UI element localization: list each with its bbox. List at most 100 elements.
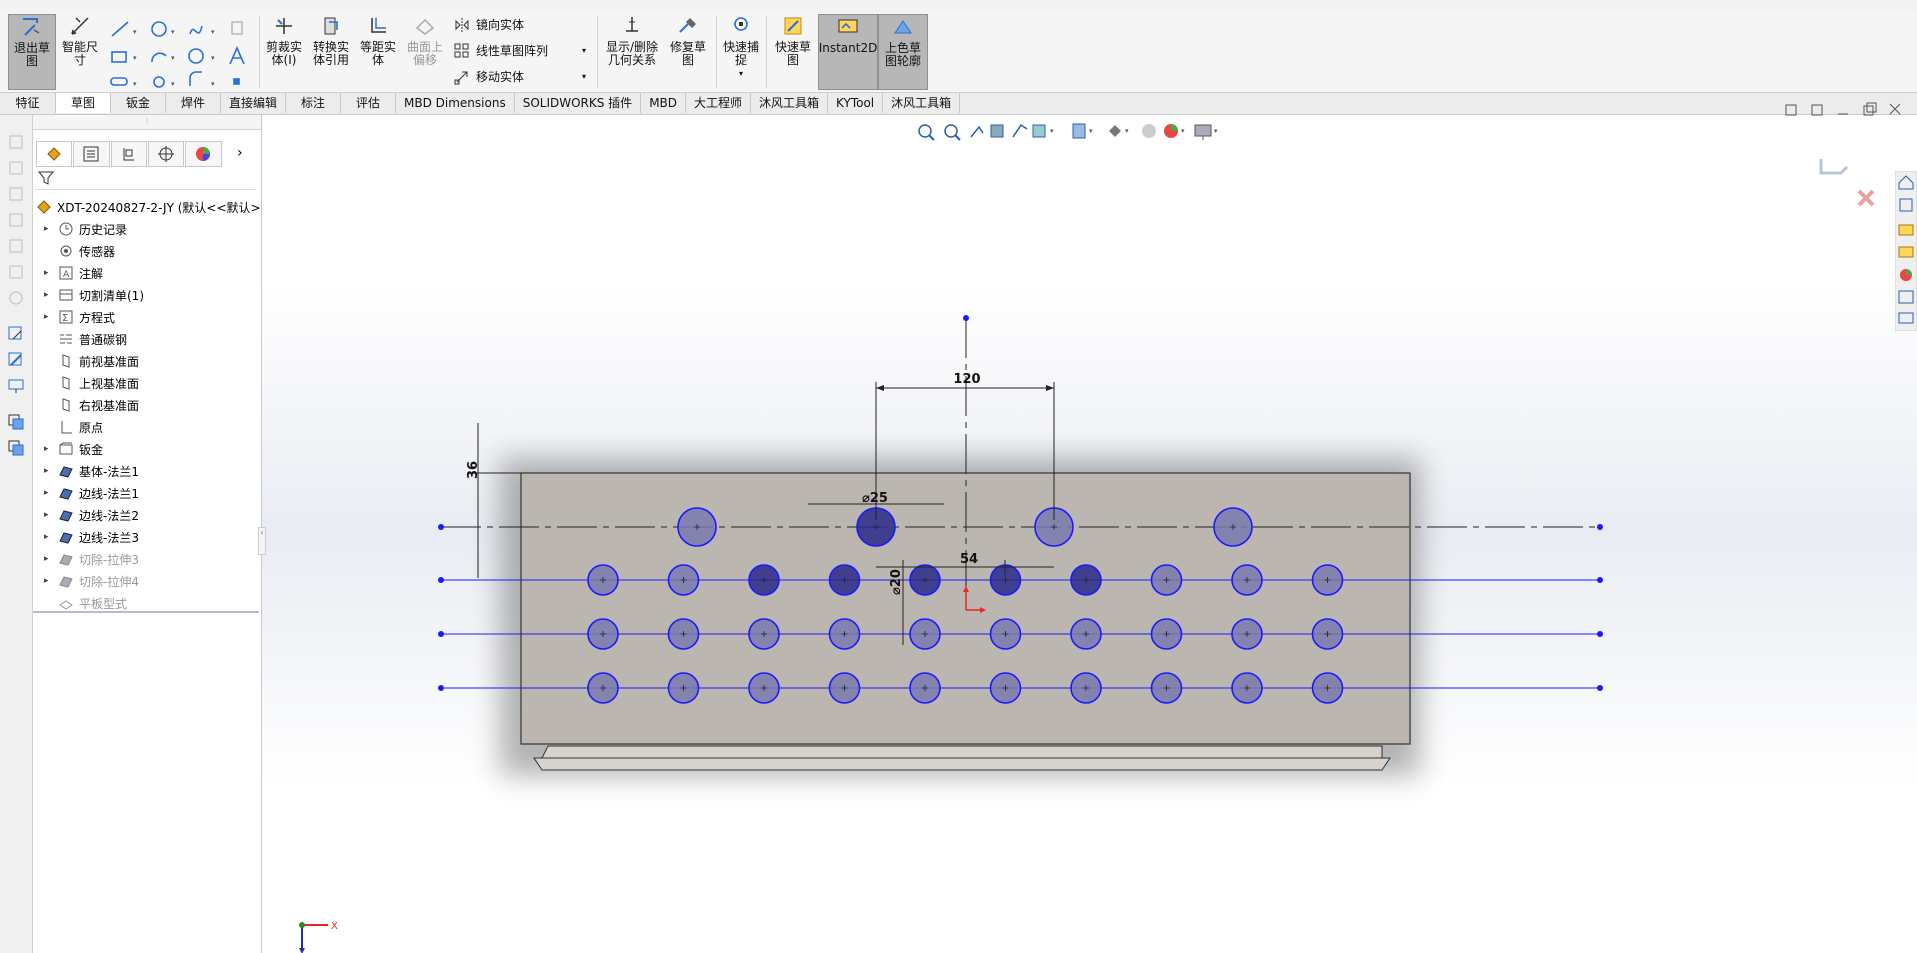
sketch-canvas[interactable]: 120 36 ⌀25 54 ⌀20 X bbox=[262, 115, 1917, 953]
tab-mufeng-toolbox[interactable]: 沐风工具箱 bbox=[751, 93, 829, 113]
tree-item-label: 注解 bbox=[79, 266, 104, 281]
view-cube-icon[interactable] bbox=[7, 185, 25, 203]
tree-item[interactable]: 传感器 bbox=[40, 241, 115, 261]
expand-arrow-icon[interactable]: ▸ bbox=[44, 576, 54, 586]
expand-arrow-icon[interactable]: ▸ bbox=[44, 532, 54, 542]
tab-weldments[interactable]: 焊件 bbox=[166, 93, 221, 113]
filter-icon[interactable] bbox=[37, 170, 55, 186]
tree-item-label: 切割清单(1) bbox=[79, 288, 144, 303]
left-tool-column bbox=[0, 115, 33, 953]
tab-features[interactable]: 特征 bbox=[0, 93, 56, 113]
show-delete-relations-button[interactable]: 显示/删除 几何关系 bbox=[600, 14, 664, 88]
tab-kytool[interactable]: KYTool bbox=[828, 93, 884, 113]
dim-36-text[interactable]: 36 bbox=[466, 461, 481, 479]
move-dropdown-icon[interactable]: ▾ bbox=[582, 72, 586, 81]
panel-collapse-handle[interactable]: ‹ bbox=[258, 527, 266, 555]
tree-item[interactable]: ▸ 钣金 bbox=[40, 439, 103, 459]
display-tool-icon[interactable] bbox=[7, 377, 25, 395]
tree-item[interactable]: ▸ 切除-拉伸4 bbox=[40, 571, 139, 591]
offset-entities-button[interactable]: 等距实 体 bbox=[355, 14, 401, 88]
tree-item[interactable]: ▸ 切割清单(1) bbox=[40, 285, 144, 305]
quick-snaps-dropdown-icon[interactable]: ▾ bbox=[739, 67, 743, 80]
tree-item[interactable]: ▸ Σ 方程式 bbox=[40, 307, 115, 327]
repair-sketch-button[interactable]: 修复草 图 bbox=[664, 14, 712, 88]
dim-d20-text[interactable]: ⌀20 bbox=[889, 569, 904, 595]
configuration-icon bbox=[123, 148, 134, 161]
move-entities-button[interactable]: 移动实体 ▾ bbox=[454, 68, 586, 85]
linear-pattern-button[interactable]: 线性草图阵列 ▾ bbox=[454, 42, 586, 59]
tree-item[interactable]: ▸ 边线-法兰1 bbox=[40, 483, 139, 503]
display-manager-tab[interactable] bbox=[185, 141, 222, 167]
smart-dimension-button[interactable]: 智能尺 寸 bbox=[56, 14, 104, 88]
convert-entities-button[interactable]: 转换实 体引用 bbox=[307, 14, 355, 88]
view-cube-icon[interactable] bbox=[7, 133, 25, 151]
view-cube-icon[interactable] bbox=[7, 237, 25, 255]
layer-tool-icon[interactable] bbox=[7, 439, 25, 457]
tree-item[interactable]: ▸ 边线-法兰2 bbox=[40, 505, 139, 525]
feature-manager-tab[interactable] bbox=[36, 141, 73, 167]
expand-arrow-icon[interactable]: ▸ bbox=[44, 510, 54, 520]
tree-filter-bar[interactable] bbox=[35, 167, 255, 190]
tree-root[interactable]: XDT-20240827-2-JY (默认<<默认> bbox=[36, 197, 261, 217]
shaded-sketch-contours-button[interactable]: 上色草 图轮廓 bbox=[878, 14, 928, 90]
view-cube-icon[interactable] bbox=[7, 211, 25, 229]
tab-engineer[interactable]: 大工程师 bbox=[686, 93, 752, 113]
dimxpert-tab[interactable] bbox=[147, 141, 185, 167]
sketch-entity-tools[interactable]: ▾ ▾ ▾ ▾ ▾ ▾ ▾ ▾ ▾ bbox=[108, 16, 258, 88]
view-cube-icon[interactable] bbox=[7, 263, 25, 281]
sketch-tool-icon[interactable] bbox=[7, 325, 25, 343]
tree-item-label: 基体-法兰1 bbox=[79, 464, 139, 479]
tree-item[interactable]: 前视基准面 bbox=[40, 351, 139, 371]
dim-54-text[interactable]: 54 bbox=[960, 552, 978, 567]
endpoint bbox=[438, 524, 444, 530]
quick-snaps-label: 快速捕 捉 bbox=[722, 40, 759, 67]
expand-arrow-icon[interactable]: ▸ bbox=[44, 268, 54, 278]
dim-120-text[interactable]: 120 bbox=[953, 372, 980, 387]
expand-arrow-icon[interactable]: ▸ bbox=[44, 488, 54, 498]
expand-arrow-icon[interactable]: ▸ bbox=[44, 312, 54, 322]
tab-mbd[interactable]: MBD bbox=[641, 93, 687, 113]
tab-mufeng-toolbox-2[interactable]: 沐风工具箱 bbox=[883, 93, 961, 113]
tree-item[interactable]: ▸ 历史记录 bbox=[40, 219, 127, 239]
view-cube-icon[interactable] bbox=[7, 289, 25, 307]
tab-sheet-metal[interactable]: 钣金 bbox=[111, 93, 166, 113]
mirror-entities-button[interactable]: 镜向实体 bbox=[454, 16, 524, 33]
tree-item[interactable]: ▸ 切除-拉伸3 bbox=[40, 549, 139, 569]
trim-entities-button[interactable]: 剪裁实 体(I) bbox=[261, 14, 307, 88]
tab-solidworks-addins[interactable]: SOLIDWORKS 插件 bbox=[515, 93, 642, 113]
tab-markup[interactable]: 标注 bbox=[286, 93, 342, 113]
surface-offset-button[interactable]: 曲面上 偏移 bbox=[401, 14, 449, 88]
exit-sketch-button[interactable]: 退出草 图 bbox=[8, 14, 56, 90]
more-tabs-arrow[interactable]: › bbox=[222, 141, 257, 165]
tree-item[interactable]: ▸ 边线-法兰3 bbox=[40, 527, 139, 547]
tab-direct-editing[interactable]: 直接编辑 bbox=[221, 93, 287, 113]
tree-item[interactable]: 原点 bbox=[40, 417, 103, 437]
view-cube-icon[interactable] bbox=[7, 159, 25, 177]
tree-item[interactable]: ▸ 基体-法兰1 bbox=[40, 461, 139, 481]
instant2d-button[interactable]: Instant2D bbox=[818, 14, 878, 90]
tree-item[interactable]: 右视基准面 bbox=[40, 395, 139, 415]
dim-d25-text[interactable]: ⌀25 bbox=[862, 491, 888, 506]
linear-pattern-dropdown-icon[interactable]: ▾ bbox=[582, 46, 586, 55]
expand-arrow-icon[interactable]: ▸ bbox=[44, 554, 54, 564]
tab-evaluate[interactable]: 评估 bbox=[341, 93, 397, 113]
expand-arrow-icon[interactable]: ▸ bbox=[44, 290, 54, 300]
expand-arrow-icon[interactable]: ▸ bbox=[44, 444, 54, 454]
tree-item[interactable]: 上视基准面 bbox=[40, 373, 139, 393]
quick-snaps-button[interactable]: 快速捕 捉 ▾ bbox=[718, 14, 764, 88]
tab-sketch[interactable]: 草图 bbox=[56, 93, 111, 113]
origin-icon bbox=[61, 421, 72, 434]
tab-mbd-dimensions[interactable]: MBD Dimensions bbox=[396, 93, 515, 113]
property-manager-tab[interactable] bbox=[73, 141, 110, 167]
tree-item[interactable]: 平板型式 bbox=[40, 593, 127, 613]
tree-item[interactable]: ▸ A 注解 bbox=[40, 263, 103, 283]
expand-arrow-icon[interactable]: ▸ bbox=[44, 224, 54, 234]
tree-item[interactable]: 普通碳钢 bbox=[40, 329, 127, 349]
expand-arrow-icon[interactable]: ▸ bbox=[44, 466, 54, 476]
rapid-sketch-button[interactable]: 快速草 图 bbox=[770, 14, 816, 88]
svg-text:▾: ▾ bbox=[171, 54, 175, 62]
graphics-area[interactable]: ▾ ▾ ▾ ▾ ▾ 120 36 ⌀25 54 ⌀20 X ‹ bbox=[258, 102, 1917, 953]
configuration-manager-tab[interactable] bbox=[110, 141, 147, 167]
edit-tool-icon[interactable] bbox=[7, 351, 25, 369]
layer-tool-icon[interactable] bbox=[7, 413, 25, 431]
